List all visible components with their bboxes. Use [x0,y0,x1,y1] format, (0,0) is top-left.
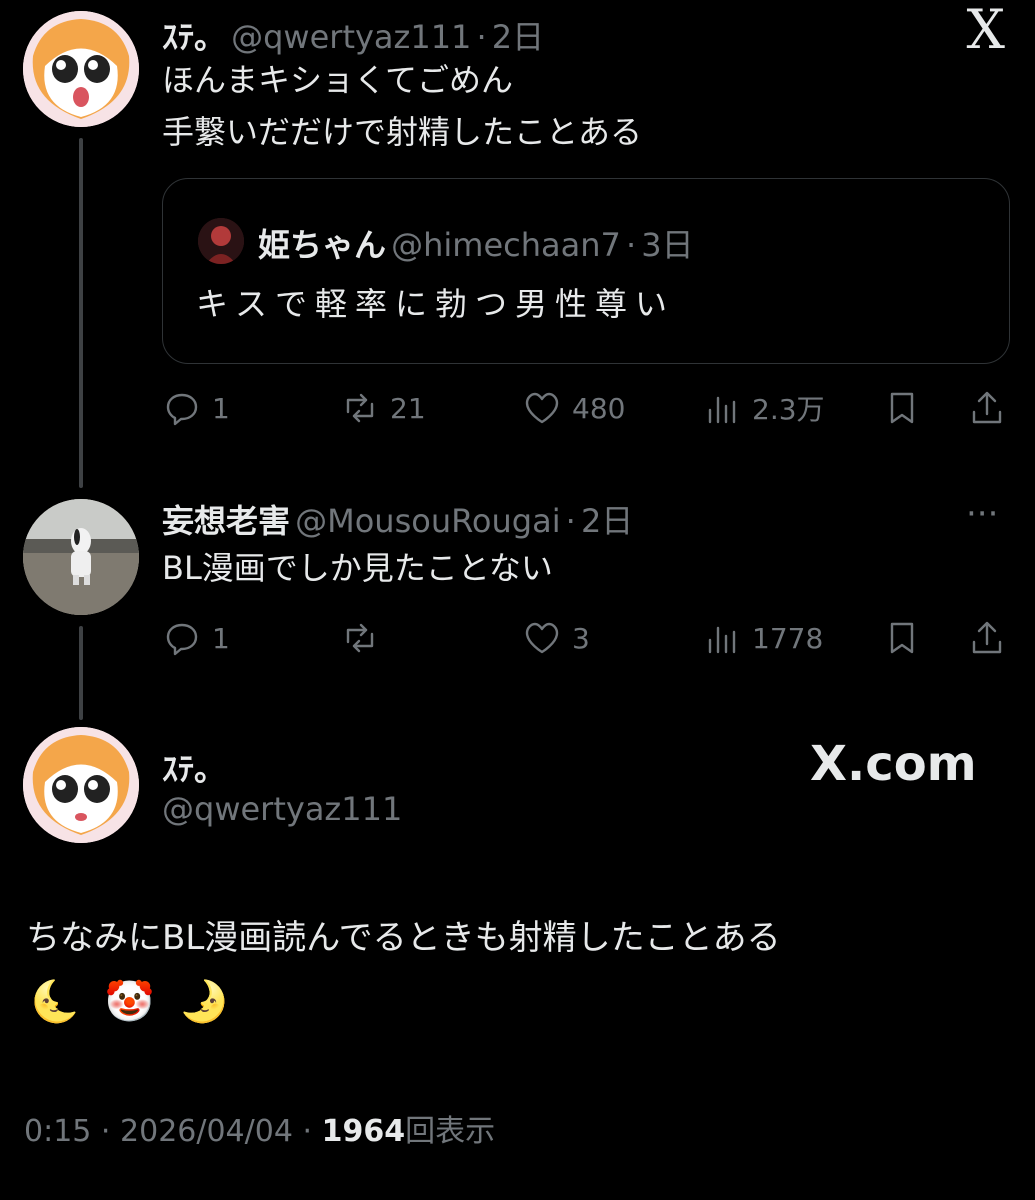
reply-button[interactable]: 1 [162,384,230,432]
share-button[interactable] [967,384,1007,432]
views-icon [708,396,736,424]
avatar[interactable] [23,11,139,127]
more-options-icon[interactable]: ··· [966,494,998,534]
tweet-footer: 0:15 · 2026/04/04 · 1964回表示 [24,1106,495,1150]
share-button[interactable] [967,614,1007,662]
views-count: 1778 [752,621,824,655]
reply-button[interactable]: 1 [162,614,230,662]
handle[interactable]: @qwertyaz111 [162,790,402,828]
quoted-text: キスで軽率に勃つ男性尊い [196,285,676,323]
tweet-header: 妄想老害 @MousouRougai · 2日 [162,496,633,542]
views-total: 1964 [321,1114,406,1149]
bookmark-button[interactable] [882,614,922,662]
separator: · [625,226,637,264]
thread-connector [79,138,83,488]
bookmark-button[interactable] [882,384,922,432]
x-logo-icon[interactable]: X [967,0,1005,60]
handle[interactable]: @qwertyaz111 [231,18,471,56]
separator: · [100,1114,111,1149]
reply-count: 1 [212,621,230,655]
handle[interactable]: @MousouRougai [295,502,560,540]
quoted-header: 姫ちゃん @himechaan7 · 3日 [258,220,694,266]
reply-icon [166,623,198,656]
quoted-display-name: 姫ちゃん [258,226,387,264]
quoted-handle: @himechaan7 [391,226,621,264]
avatar[interactable] [23,727,139,843]
views-button[interactable]: 2.3万 [702,384,825,432]
share-icon [972,621,1002,654]
heart-icon [525,622,559,654]
quoted-timestamp: 3日 [641,226,694,264]
views-icon [708,626,736,654]
timestamp[interactable]: 2日 [492,18,544,56]
display-name[interactable]: ｽﾃ。 [162,18,226,56]
tweet-text-line: 手繋いだだけで射精したことある [162,113,643,151]
heart-icon [525,392,559,424]
retweet-icon [346,393,374,423]
separator: · [565,502,576,540]
retweet-icon [346,623,374,653]
like-count: 3 [572,621,590,655]
post-date[interactable]: 2026/04/04 [120,1114,293,1149]
bookmark-icon [890,622,914,654]
views-label: 回表示 [405,1114,496,1149]
separator: · [302,1114,313,1149]
tweet-actions: 1 3 1778 [162,614,1007,662]
reply-icon [166,393,198,426]
like-count: 480 [572,391,626,425]
quoted-tweet-card[interactable] [162,178,1010,364]
timestamp[interactable]: 2日 [581,502,633,540]
like-button[interactable]: 480 [522,384,625,432]
emoji-line: 🌜 🤡 🌛 [30,979,235,1025]
views-button[interactable]: 1778 [702,614,823,662]
thread-connector [79,626,83,720]
tweet-actions: 1 21 480 2.3万 [162,384,1007,432]
watermark-logo: X.com [810,736,977,792]
tweet-text-line: ほんまキショくてごめん [162,61,514,99]
tweet-header: ｽﾃ。 @qwertyaz111 · 2日 [162,12,544,56]
share-icon [972,391,1002,424]
reply-count: 1 [212,391,230,425]
display-name[interactable]: 妄想老害 [162,502,290,540]
retweet-button[interactable] [340,614,380,662]
retweet-count: 21 [390,391,426,425]
tweet-text: BL漫画でしか見たことない [162,549,553,587]
separator: · [476,18,487,56]
bookmark-icon [890,392,914,424]
views-count: 2.3万 [752,393,825,426]
quoted-avatar [198,218,244,264]
display-name[interactable]: ｽﾃ。 [162,744,226,790]
main-tweet-text: ちなみにBL漫画読んでるときも射精したことある [26,918,781,958]
avatar[interactable] [23,499,139,615]
retweet-button[interactable]: 21 [340,384,426,432]
post-time[interactable]: 0:15 [24,1114,91,1149]
like-button[interactable]: 3 [522,614,590,662]
